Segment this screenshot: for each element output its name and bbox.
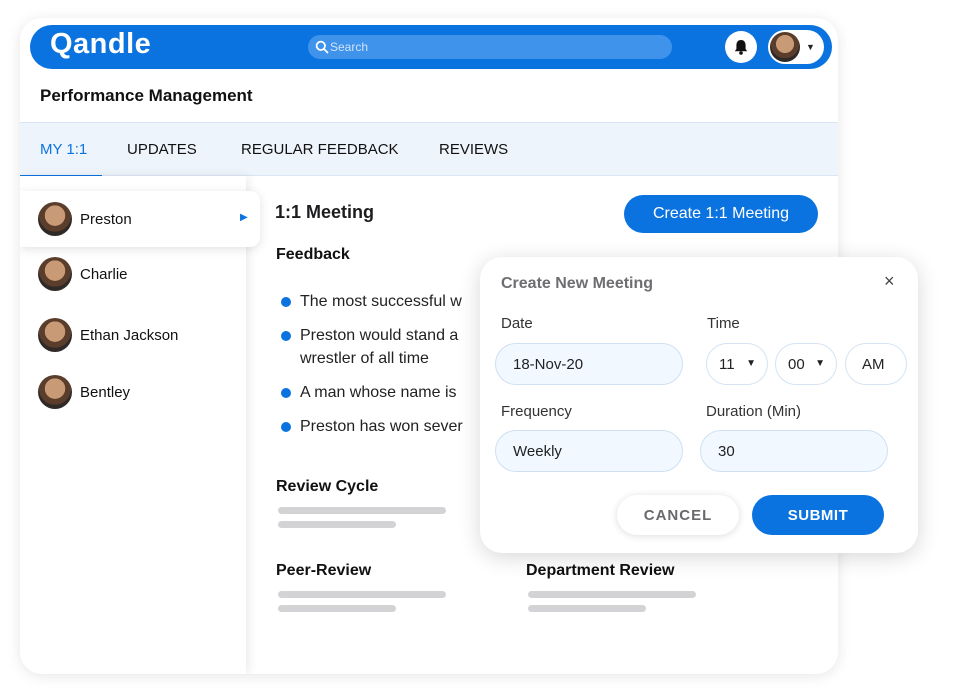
page-title: Performance Management — [40, 86, 253, 105]
feedback-heading: Feedback — [276, 246, 350, 263]
close-icon[interactable]: × — [884, 271, 895, 292]
person-name: Ethan Jackson — [80, 327, 179, 344]
meeting-title: 1:1 Meeting — [275, 202, 375, 222]
tab-updates[interactable]: UPDATES — [127, 141, 197, 158]
person-name: Charlie — [80, 266, 128, 283]
logo: Qandle — [50, 28, 152, 60]
user-avatar — [770, 32, 800, 62]
time-label: Time — [707, 315, 740, 332]
placeholder-line — [278, 591, 446, 598]
placeholder-line — [278, 521, 396, 528]
feedback-list: The most successful w Preston would stan… — [278, 290, 488, 438]
person-name: Preston — [80, 211, 132, 228]
frequency-label: Frequency — [501, 403, 572, 420]
search-input[interactable] — [330, 35, 660, 59]
search-icon — [315, 40, 329, 54]
placeholder-line — [528, 591, 696, 598]
tab-reviews[interactable]: REVIEWS — [439, 141, 508, 158]
person-item-charlie[interactable]: Charlie — [20, 246, 260, 302]
person-name: Bentley — [80, 384, 131, 401]
list-item: Preston has won sever — [278, 415, 488, 438]
tab-regular-feedback[interactable]: REGULAR FEEDBACK — [241, 141, 399, 158]
chevron-down-icon: ▼ — [806, 42, 815, 52]
list-item: A man whose name is — [278, 381, 488, 404]
duration-label: Duration (Min) — [706, 403, 802, 420]
avatar — [38, 375, 72, 409]
minute-select[interactable]: 00 ▼ — [775, 343, 837, 385]
create-meeting-button[interactable]: Create 1:1 Meeting — [624, 195, 818, 233]
notifications-button[interactable] — [725, 31, 757, 63]
avatar — [38, 257, 72, 291]
ampm-select[interactable]: AM — [845, 343, 907, 385]
duration-field[interactable] — [700, 430, 888, 472]
placeholder-line — [278, 605, 396, 612]
date-field[interactable] — [495, 343, 683, 385]
ampm-value: AM — [862, 356, 885, 373]
bell-icon — [734, 40, 748, 55]
chevron-down-icon: ▼ — [746, 358, 756, 369]
list-item: The most successful w — [278, 290, 488, 313]
cancel-button[interactable]: CANCEL — [617, 495, 739, 535]
date-label: Date — [501, 315, 533, 332]
review-cycle-heading: Review Cycle — [276, 478, 379, 495]
placeholder-line — [528, 605, 646, 612]
chevron-down-icon: ▼ — [815, 358, 825, 369]
list-item: Preston would stand a — [278, 324, 488, 347]
avatar — [38, 318, 72, 352]
hour-select[interactable]: 11 ▼ — [706, 343, 768, 385]
hour-value: 11 — [719, 356, 735, 373]
search-bar[interactable] — [308, 35, 672, 59]
people-list: Preston ▶ Charlie Ethan Jackson Bentley — [20, 176, 260, 674]
list-item-continuation: wrestler of all time — [300, 350, 429, 367]
chevron-right-icon: ▶ — [240, 212, 248, 223]
tab-my-1-1[interactable]: MY 1:1 — [40, 141, 87, 158]
placeholder-line — [278, 507, 446, 514]
avatar — [38, 202, 72, 236]
dialog-title: Create New Meeting — [501, 275, 654, 292]
department-review-heading: Department Review — [526, 562, 675, 579]
minute-value: 00 — [788, 356, 805, 373]
person-item-ethan-jackson[interactable]: Ethan Jackson — [20, 307, 260, 363]
frequency-field[interactable] — [495, 430, 683, 472]
person-item-bentley[interactable]: Bentley — [20, 364, 260, 420]
top-bar: Qandle ▼ — [30, 25, 832, 69]
person-item-preston[interactable]: Preston ▶ — [20, 191, 260, 247]
create-meeting-dialog: Create New Meeting × Date Time 11 ▼ 00 ▼… — [480, 257, 918, 553]
tab-bar: MY 1:1 UPDATES REGULAR FEEDBACK REVIEWS — [20, 122, 838, 178]
submit-button[interactable]: SUBMIT — [752, 495, 884, 535]
peer-review-heading: Peer-Review — [276, 562, 372, 579]
profile-menu[interactable]: ▼ — [768, 30, 824, 64]
